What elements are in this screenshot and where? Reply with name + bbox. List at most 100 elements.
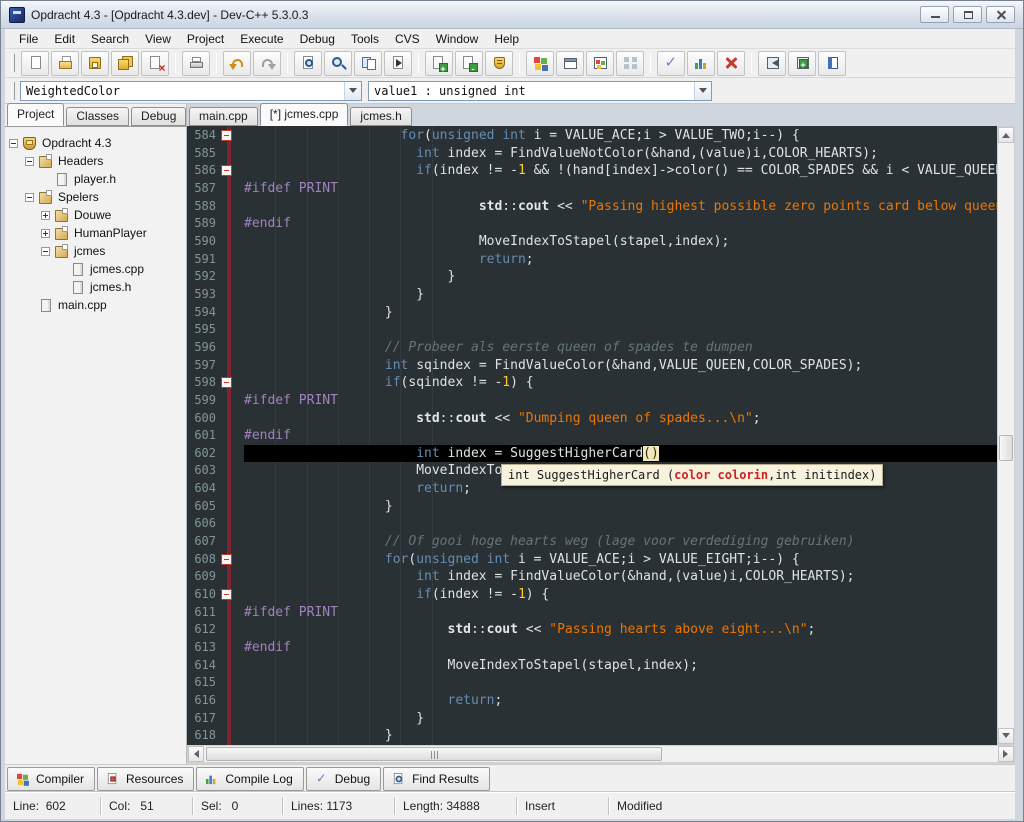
vertical-scrollbar-thumb[interactable] — [999, 435, 1013, 461]
compile-and-run-button[interactable] — [526, 51, 554, 76]
editor-tab-main-cpp[interactable]: main.cpp — [189, 107, 258, 126]
expand-icon[interactable] — [41, 229, 50, 238]
open-button[interactable] — [51, 51, 79, 76]
code-line[interactable]: 608 for(unsigned int i = VALUE_ACE;i > V… — [187, 551, 997, 569]
line-number[interactable]: 595 — [187, 321, 221, 339]
code-line[interactable]: 602 int index = SuggestHigherCard() — [187, 445, 997, 463]
compile-button[interactable] — [425, 51, 453, 76]
line-number[interactable]: 618 — [187, 727, 221, 745]
code-line[interactable]: 600 std::cout << "Dumping queen of spade… — [187, 410, 997, 428]
run-window-button[interactable] — [586, 51, 614, 76]
line-number[interactable]: 600 — [187, 410, 221, 428]
line-number[interactable]: 609 — [187, 568, 221, 586]
line-number[interactable]: 584 — [187, 127, 221, 145]
horizontal-scrollbar[interactable] — [187, 745, 1015, 763]
line-number[interactable]: 587 — [187, 180, 221, 198]
close-file-button[interactable] — [141, 51, 169, 76]
debug-button[interactable] — [485, 51, 513, 76]
line-number[interactable]: 593 — [187, 286, 221, 304]
undo-button[interactable] — [223, 51, 251, 76]
menu-file[interactable]: File — [11, 30, 46, 48]
editor-tab-jcmes-cpp[interactable]: [*] jcmes.cpp — [260, 103, 349, 126]
horizontal-scrollbar-thumb[interactable] — [206, 747, 662, 761]
code-line[interactable]: 612 std::cout << "Passing hearts above e… — [187, 621, 997, 639]
toolbar-grip[interactable] — [11, 54, 15, 72]
code-line[interactable]: 587#ifdef PRINT — [187, 180, 997, 198]
line-number[interactable]: 610 — [187, 586, 221, 604]
code-line[interactable]: 586 if(index != -1 && !(hand[index]->col… — [187, 162, 997, 180]
program-reset-button[interactable] — [616, 51, 644, 76]
tree-item-humanplayer[interactable]: HumanPlayer — [5, 224, 186, 242]
code-line[interactable]: 593 } — [187, 286, 997, 304]
minimize-button[interactable] — [920, 6, 949, 23]
collapse-icon[interactable] — [9, 139, 18, 148]
maximize-button[interactable] — [953, 6, 982, 23]
tree-item-jcmes-cpp[interactable]: jcmes.cpp — [5, 260, 186, 278]
tree-item-player-h[interactable]: player.h — [5, 170, 186, 188]
bottom-tab-resources[interactable]: Resources — [97, 767, 194, 791]
line-number[interactable]: 603 — [187, 462, 221, 480]
code-line[interactable]: 613#endif — [187, 639, 997, 657]
scroll-left-button[interactable] — [188, 746, 204, 762]
bottom-tab-compile-log[interactable]: Compile Log — [196, 767, 303, 791]
code-line[interactable]: 585 int index = FindValueNotColor(&hand,… — [187, 145, 997, 163]
code-line[interactable]: 606 — [187, 515, 997, 533]
bottom-tab-debug[interactable]: Debug — [306, 767, 381, 791]
line-number[interactable]: 613 — [187, 639, 221, 657]
member-browser-combo[interactable]: value1 : unsigned int — [368, 81, 712, 101]
fold-marker-icon[interactable] — [221, 130, 232, 141]
line-number[interactable]: 592 — [187, 268, 221, 286]
print-button[interactable] — [182, 51, 210, 76]
collapse-icon[interactable] — [25, 157, 34, 166]
tree-item-douwe[interactable]: Douwe — [5, 206, 186, 224]
code-line[interactable]: 597 int sqindex = FindValueColor(&hand,V… — [187, 357, 997, 375]
goto-line-button[interactable] — [384, 51, 412, 76]
window-add-button[interactable] — [788, 51, 816, 76]
redo-button[interactable] — [253, 51, 281, 76]
collapse-icon[interactable] — [41, 247, 50, 256]
code-line[interactable]: 598 if(sqindex != -1) { — [187, 374, 997, 392]
line-number[interactable]: 601 — [187, 427, 221, 445]
code-line[interactable]: 601#endif — [187, 427, 997, 445]
new-file-button[interactable] — [21, 51, 49, 76]
find-in-files-button[interactable] — [324, 51, 352, 76]
line-number[interactable]: 614 — [187, 657, 221, 675]
fold-marker-icon[interactable] — [221, 589, 232, 600]
fold-marker-icon[interactable] — [221, 165, 232, 176]
code-line[interactable]: 595 — [187, 321, 997, 339]
toolbar-grip[interactable] — [11, 82, 15, 100]
code-line[interactable]: 618 } — [187, 727, 997, 745]
line-number[interactable]: 590 — [187, 233, 221, 251]
line-number[interactable]: 596 — [187, 339, 221, 357]
tab-project[interactable]: Project — [7, 103, 64, 126]
code-line[interactable]: 617 } — [187, 710, 997, 728]
chevron-down-icon[interactable] — [344, 82, 361, 100]
code-line[interactable]: 609 int index = FindValueColor(&hand,(va… — [187, 568, 997, 586]
save-all-button[interactable] — [111, 51, 139, 76]
line-number[interactable]: 591 — [187, 251, 221, 269]
find-button[interactable] — [294, 51, 322, 76]
menu-view[interactable]: View — [137, 30, 179, 48]
fold-marker-icon[interactable] — [221, 554, 232, 565]
line-number[interactable]: 598 — [187, 374, 221, 392]
scroll-right-button[interactable] — [998, 746, 1014, 762]
line-number[interactable]: 597 — [187, 357, 221, 375]
code-line[interactable]: 599#ifdef PRINT — [187, 392, 997, 410]
line-number[interactable]: 617 — [187, 710, 221, 728]
code-line[interactable]: 588 std::cout << "Passing highest possib… — [187, 198, 997, 216]
editor-tab-jcmes-h[interactable]: jcmes.h — [350, 107, 411, 126]
menu-execute[interactable]: Execute — [232, 30, 291, 48]
tree-item-jcmes-h[interactable]: jcmes.h — [5, 278, 186, 296]
menu-edit[interactable]: Edit — [46, 30, 83, 48]
menu-debug[interactable]: Debug — [292, 30, 343, 48]
code-line[interactable]: 584 for(unsigned int i = VALUE_ACE;i > V… — [187, 127, 997, 145]
collapse-icon[interactable] — [25, 193, 34, 202]
syntax-check-button[interactable] — [657, 51, 685, 76]
tree-item-opdracht-4-3[interactable]: Opdracht 4.3 — [5, 134, 186, 152]
titlebar[interactable]: Opdracht 4.3 - [Opdracht 4.3.dev] - Dev-… — [1, 1, 1023, 29]
rebuild-all-button[interactable] — [556, 51, 584, 76]
bottom-tab-compiler[interactable]: Compiler — [7, 767, 95, 791]
menu-help[interactable]: Help — [486, 30, 527, 48]
code-line[interactable]: 594 } — [187, 304, 997, 322]
scroll-up-button[interactable] — [998, 127, 1014, 143]
